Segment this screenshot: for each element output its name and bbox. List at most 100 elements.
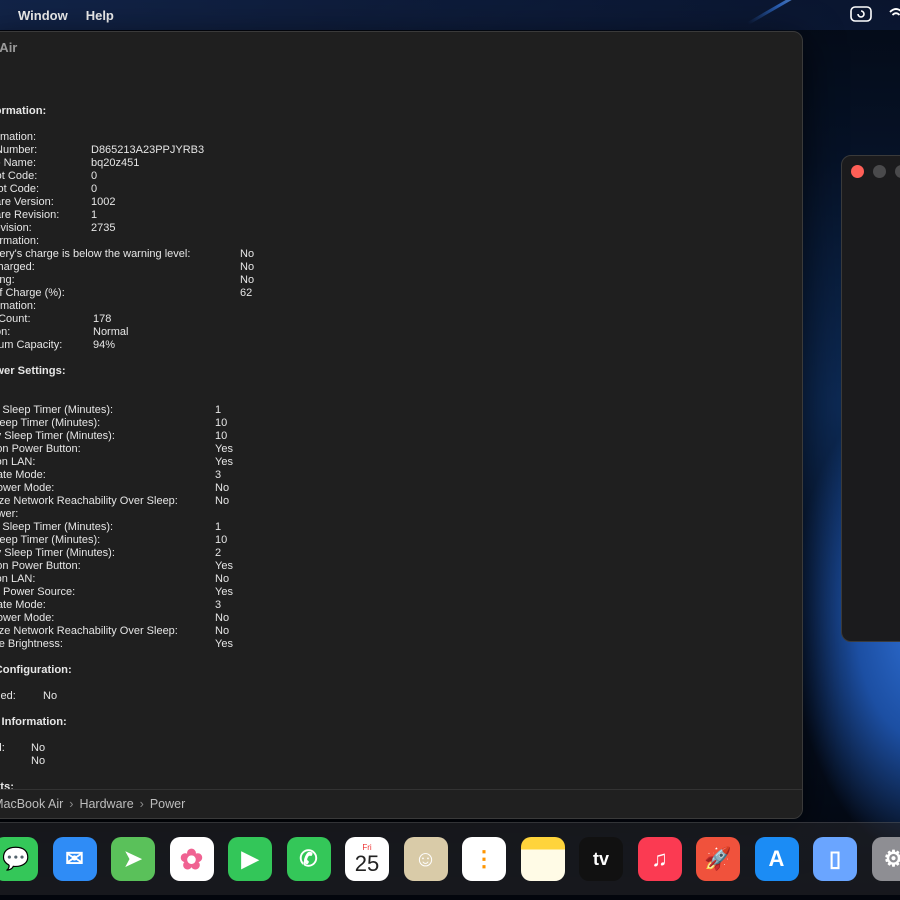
section-title: ger Information: [0,716,541,729]
row-label: l Revision: [0,222,32,234]
tv-app[interactable]: tv [579,837,623,881]
report-row: tem Sleep Timer (Minutes): 1 [0,404,541,417]
row-label: k Sleep Timer (Minutes): [0,417,101,429]
report-row: ver: [0,391,541,404]
report-row: nformation: [0,131,541,144]
report-row: duce Brightness: Yes [0,638,541,651]
report-row: oritize Network Reachability Over Sleep:… [0,625,541,638]
row-label: te of Charge (%): [0,287,65,299]
calendar-app[interactable]: Fri 25 [345,837,389,881]
row-value: No [31,755,46,767]
photos-app[interactable]: ✿ [169,837,214,881]
path-separator-icon: › [69,797,74,811]
section-title: Power Settings: [0,365,541,378]
row-value: Yes [215,443,233,455]
rocket-icon: 🚀 [704,846,732,871]
maps-icon: ➤ [123,846,143,871]
report-row [0,677,541,690]
row-label: play Sleep Timer (Minutes): [0,547,115,559]
screen-recording-icon[interactable] [850,6,872,25]
notes-app[interactable] [520,837,565,881]
row-value: No [240,261,255,273]
section-heading: Information: [0,105,47,117]
path-item-macbook[interactable]: 's MacBook Air [0,797,63,811]
secondary-window [841,155,900,642]
report-row: ximum Capacity: 94% [0,339,541,352]
row-value: 1002 [91,196,116,208]
messages-app[interactable]: 💬 [0,837,38,881]
row-label: rent Power Source: [3,586,76,598]
section-heading: Power Settings: [0,365,66,377]
menu-help[interactable]: Help [86,8,114,23]
row-value: 10 [215,417,228,429]
system-settings-app[interactable]: ⚙ [871,837,900,881]
appstore-app[interactable]: A [754,837,799,881]
path-item-power[interactable]: Power [150,797,185,811]
zoom-window-button[interactable] [895,165,900,178]
minimize-window-button[interactable] [873,165,886,178]
row-label: battery's charge is below the warning le… [0,248,191,260]
iphone-mirroring-app[interactable]: ▯ [813,837,857,881]
row-label: vice Name: [0,157,37,169]
calendar-icon: Fri 25 [355,843,379,876]
phone-app[interactable]: ✆ [286,837,331,881]
system-information-window: ok Air Information:nformation:ial Number… [0,31,803,819]
row-label: Power: [0,508,19,520]
notes-icon [520,837,565,881]
menu-window[interactable]: Window [18,8,68,23]
row-value: No [215,495,230,507]
report-row: v Power Mode: No [0,612,541,625]
report-row: te of Charge (%): 62 [0,287,541,300]
row-value: 0 [91,170,98,182]
wifi-icon[interactable] [888,6,900,25]
report-row: battery's charge is below the warning le… [0,248,541,261]
row-label: cted: [0,742,5,754]
report-row: k Sleep Timer (Minutes): 10 [0,417,541,430]
row-value: 1 [215,404,222,416]
reminders-app[interactable]: ⋮ [462,837,506,881]
row-label: k Lot Code: [0,170,38,182]
report-row: tem Sleep Timer (Minutes): 1 [0,521,541,534]
row-label: ial Number: [0,144,38,156]
close-window-button[interactable] [851,165,864,178]
row-label: ernate Mode: [0,599,46,611]
report-row: k Sleep Timer (Minutes): 10 [0,534,541,547]
row-value: Yes [215,560,233,572]
facetime-icon: ▶ [241,846,259,871]
report-row [0,651,541,664]
iphone-mirroring-icon: ▯ [828,846,842,871]
maps-app[interactable]: ➤ [111,837,155,881]
section-title: Information: [0,105,541,118]
row-value: 2 [215,547,222,559]
report-row [0,118,541,131]
launchpad-app[interactable]: 🚀 [696,837,740,881]
report-row: g:No [0,755,541,768]
facetime-app[interactable]: ▶ [228,837,272,881]
path-item-hardware[interactable]: Hardware [79,797,133,811]
power-report: Information: nformation:ial Number: D86521… [0,105,541,794]
report-row [0,703,541,716]
report-row [0,378,541,391]
report-row: rent Power Source: Yes [0,586,541,599]
row-value: Yes [215,456,233,468]
row-value: No [215,573,230,585]
row-value: No [240,274,255,286]
row-value: Yes [215,638,233,650]
gear-icon: ⚙ [883,846,900,871]
row-value: 178 [93,313,112,325]
mail-app[interactable]: ✉ [52,837,97,881]
row-label: v Power Mode: [0,482,55,494]
report-row: ep on Power Button: Yes [0,443,541,456]
report-row: vice Name: bq20z451 [0,157,541,170]
report-row: ke on LAN: No [0,573,541,586]
row-value: D865213A23PPJYRB3 [91,144,205,156]
music-app[interactable]: ♫ [637,837,682,881]
row-value: 3 [215,599,222,611]
row-value: 2735 [91,222,116,234]
row-label: Information: [0,235,40,247]
report-row: y Charged: No [0,261,541,274]
report-row: play Sleep Timer (Minutes): 2 [0,547,541,560]
contacts-app[interactable]: ☺ [403,837,448,881]
reminders-icon: ⋮ [473,846,495,871]
row-label: stalled: [0,690,16,702]
